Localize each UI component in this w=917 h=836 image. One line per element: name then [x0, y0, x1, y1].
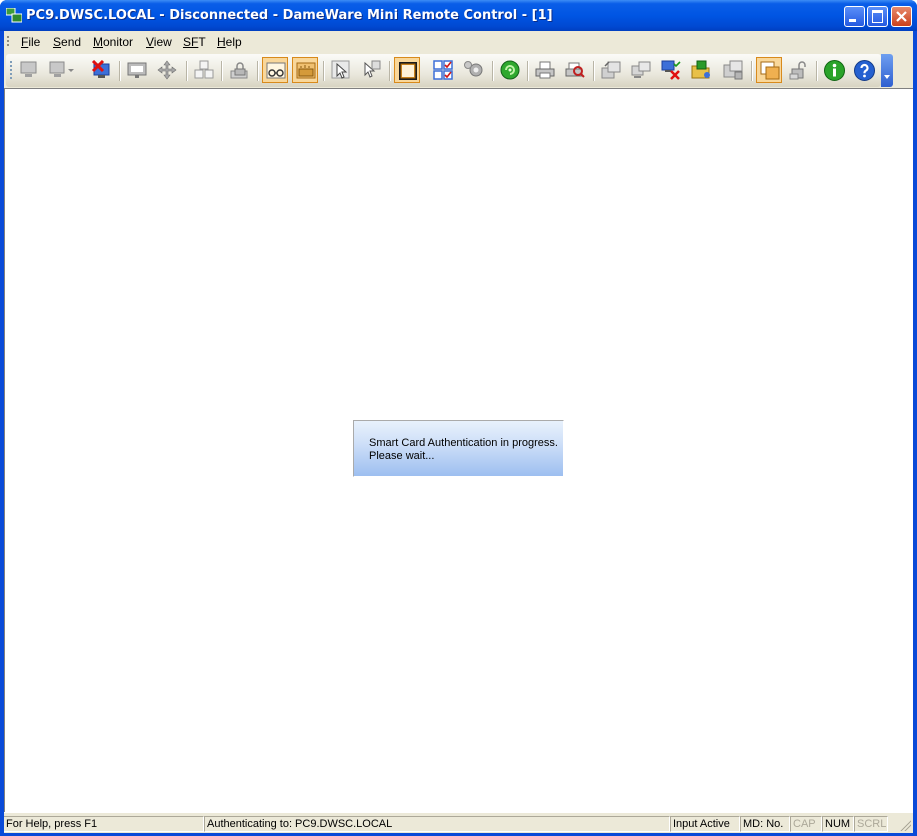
status-md: MD: No.	[740, 816, 790, 832]
connect-icon	[20, 61, 37, 77]
status-authenticating: Authenticating to: PC9.DWSC.LOCAL	[204, 816, 670, 832]
refresh-green-icon	[500, 60, 520, 80]
info-icon	[824, 60, 845, 81]
toolbar-band	[6, 54, 881, 87]
refresh-green-button[interactable]	[497, 57, 523, 83]
unlock-icon	[789, 61, 806, 80]
window-overlay-button[interactable]	[756, 57, 782, 83]
title-bar[interactable]: PC9.DWSC.LOCAL - Disconnected - DameWare…	[0, 0, 917, 31]
print-icon	[535, 61, 555, 79]
menu-bar: File Send Monitor View SFT Help	[4, 31, 913, 53]
auth-progress-line1: Smart Card Authentication in progress.	[369, 437, 558, 449]
toolbar	[4, 53, 913, 88]
toolbar-separator	[119, 61, 121, 81]
transfer-icon	[601, 61, 621, 79]
toolbar-overflow-button[interactable]	[881, 54, 893, 87]
disconnect-dropdown-icon	[49, 61, 74, 77]
window-overlay-icon	[760, 61, 780, 80]
lock-keyboard-button[interactable]	[226, 57, 252, 83]
minimize-button[interactable]	[844, 6, 865, 27]
view-keyboard-button[interactable]	[292, 57, 318, 83]
move-icon	[157, 60, 177, 80]
toolbar-separator	[751, 61, 753, 81]
print-button[interactable]	[532, 57, 558, 83]
status-input-active: Input Active	[670, 816, 740, 832]
help-icon	[854, 60, 875, 81]
remote-view-area[interactable]: Smart Card Authentication in progress. P…	[4, 88, 913, 812]
status-cap: CAP	[790, 816, 822, 832]
status-num: NUM	[822, 816, 854, 832]
remote-desktop-button[interactable]	[124, 57, 150, 83]
auth-progress-line2: Please wait...	[369, 450, 435, 462]
file-transfer-button[interactable]	[688, 57, 714, 83]
pointer-alt-icon	[364, 60, 381, 78]
resize-grip[interactable]	[899, 819, 911, 831]
menu-help[interactable]: Help	[217, 35, 242, 49]
keyboard-letters-icon	[194, 60, 214, 79]
fullscreen-icon	[399, 62, 417, 80]
view-only-icon	[266, 62, 286, 79]
menu-send[interactable]: Send	[53, 35, 81, 49]
toolbar-grip[interactable]	[10, 61, 12, 81]
disconnect-button[interactable]	[88, 57, 114, 83]
toolbar-separator	[186, 61, 188, 81]
menu-file[interactable]: File	[21, 35, 40, 49]
remote-desktop-icon	[127, 62, 147, 78]
close-button[interactable]	[891, 6, 912, 27]
disconnect-dropdown-button[interactable]	[46, 57, 74, 83]
minimize-icon	[849, 19, 856, 22]
fullscreen-button[interactable]	[394, 57, 420, 83]
lock-keyboard-icon	[230, 62, 248, 79]
app-window: PC9.DWSC.LOCAL - Disconnected - DameWare…	[0, 0, 917, 836]
chat-icon	[723, 60, 743, 80]
menu-view[interactable]: View	[146, 35, 172, 49]
transfer-button[interactable]	[598, 57, 624, 83]
properties-gear-icon	[464, 61, 483, 77]
copy-screen-button[interactable]	[628, 57, 654, 83]
status-scrl: SCRL	[854, 816, 888, 832]
maximize-icon	[872, 10, 883, 23]
menu-sft[interactable]: SFT	[183, 35, 206, 49]
print-preview-icon	[565, 62, 585, 78]
disconnect-red-icon	[661, 60, 681, 80]
move-button[interactable]	[154, 57, 180, 83]
connect-button[interactable]	[16, 57, 42, 83]
pointer-alt-button[interactable]	[358, 57, 384, 83]
status-bar: For Help, press F1 Authenticating to: PC…	[4, 812, 913, 833]
print-preview-button[interactable]	[562, 57, 588, 83]
properties-gear-button[interactable]	[460, 57, 486, 83]
status-help: For Help, press F1	[4, 816, 204, 832]
keyboard-letters-button[interactable]	[191, 57, 217, 83]
disconnect-icon	[91, 60, 110, 78]
view-only-button[interactable]	[262, 57, 288, 83]
toolbar-separator	[389, 61, 391, 81]
help-button[interactable]	[851, 57, 877, 83]
settings-grid-icon	[433, 60, 453, 80]
unlock-button[interactable]	[786, 57, 812, 83]
disconnect-red-button[interactable]	[658, 57, 684, 83]
window-title: PC9.DWSC.LOCAL - Disconnected - DameWare…	[26, 8, 553, 23]
toolbar-separator	[323, 61, 325, 81]
file-transfer-icon	[691, 60, 710, 79]
auth-progress-dialog: Smart Card Authentication in progress. P…	[353, 420, 564, 477]
chat-button[interactable]	[720, 57, 746, 83]
app-icon	[6, 8, 22, 23]
toolbar-separator	[257, 61, 259, 81]
menu-grip[interactable]	[7, 36, 9, 48]
settings-grid-button[interactable]	[430, 57, 456, 83]
view-keyboard-icon	[296, 62, 316, 79]
menu-monitor[interactable]: Monitor	[93, 35, 133, 49]
toolbar-separator	[593, 61, 595, 81]
toolbar-separator	[527, 61, 529, 81]
toolbar-separator	[221, 61, 223, 81]
maximize-button[interactable]	[867, 6, 888, 27]
toolbar-separator	[492, 61, 494, 81]
copy-screen-icon	[631, 61, 651, 78]
select-pointer-icon	[331, 60, 350, 79]
info-button[interactable]	[821, 57, 847, 83]
toolbar-separator	[816, 61, 818, 81]
close-icon	[896, 11, 907, 22]
select-pointer-button[interactable]	[328, 57, 354, 83]
